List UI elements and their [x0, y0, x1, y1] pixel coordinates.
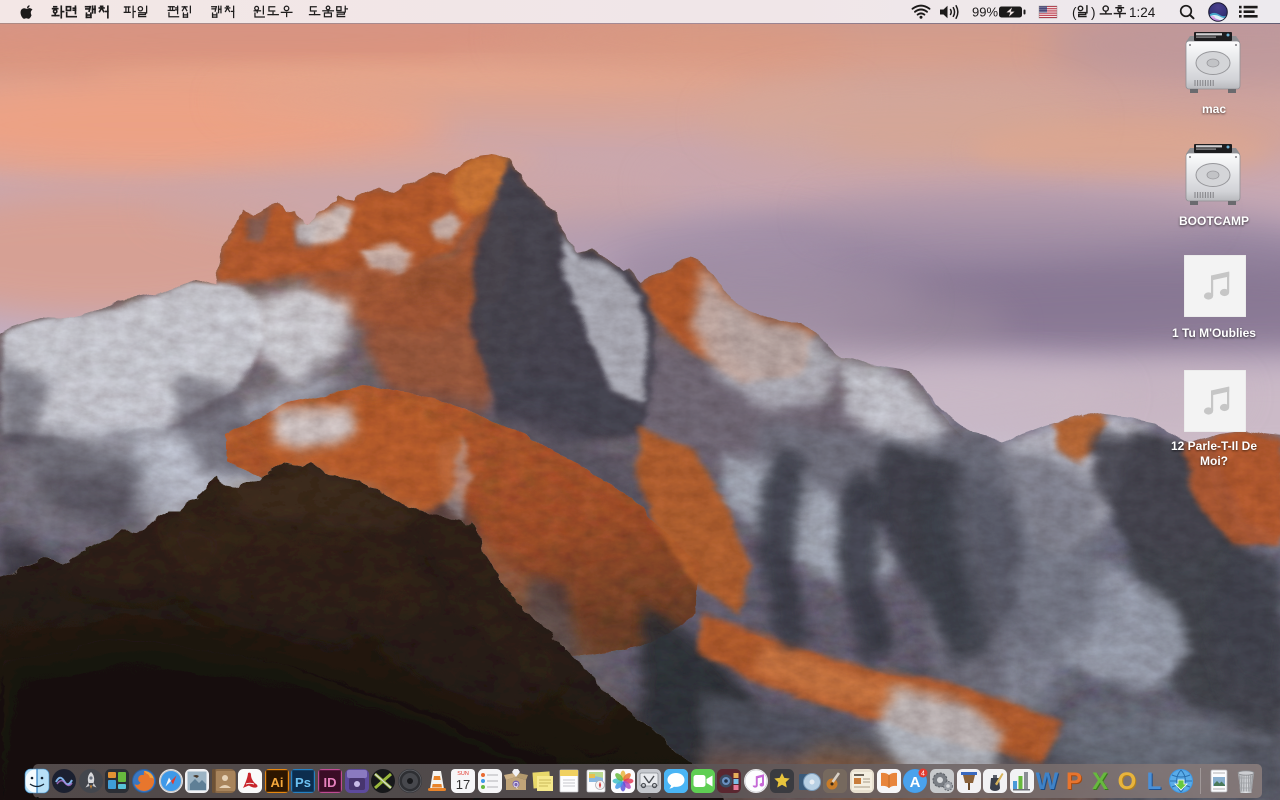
svg-text:Ai: Ai: [271, 775, 284, 790]
svg-text:17: 17: [456, 777, 470, 792]
svg-text:W: W: [1036, 768, 1059, 794]
svg-text:Q: Q: [513, 782, 519, 789]
svg-text:ID: ID: [324, 775, 337, 790]
svg-text:1:24: 1:24: [1129, 5, 1156, 20]
svg-text:4: 4: [921, 771, 925, 778]
svg-text:X: X: [1092, 768, 1108, 794]
svg-text:99%: 99%: [972, 5, 998, 20]
svg-text:): ): [1091, 5, 1096, 20]
svg-text:Ps: Ps: [295, 775, 311, 790]
svg-text:A: A: [910, 774, 921, 791]
svg-text:P: P: [1066, 768, 1082, 794]
svg-text:(: (: [1072, 5, 1077, 20]
svg-text:O: O: [1118, 768, 1137, 794]
svg-text:L: L: [1147, 768, 1162, 794]
